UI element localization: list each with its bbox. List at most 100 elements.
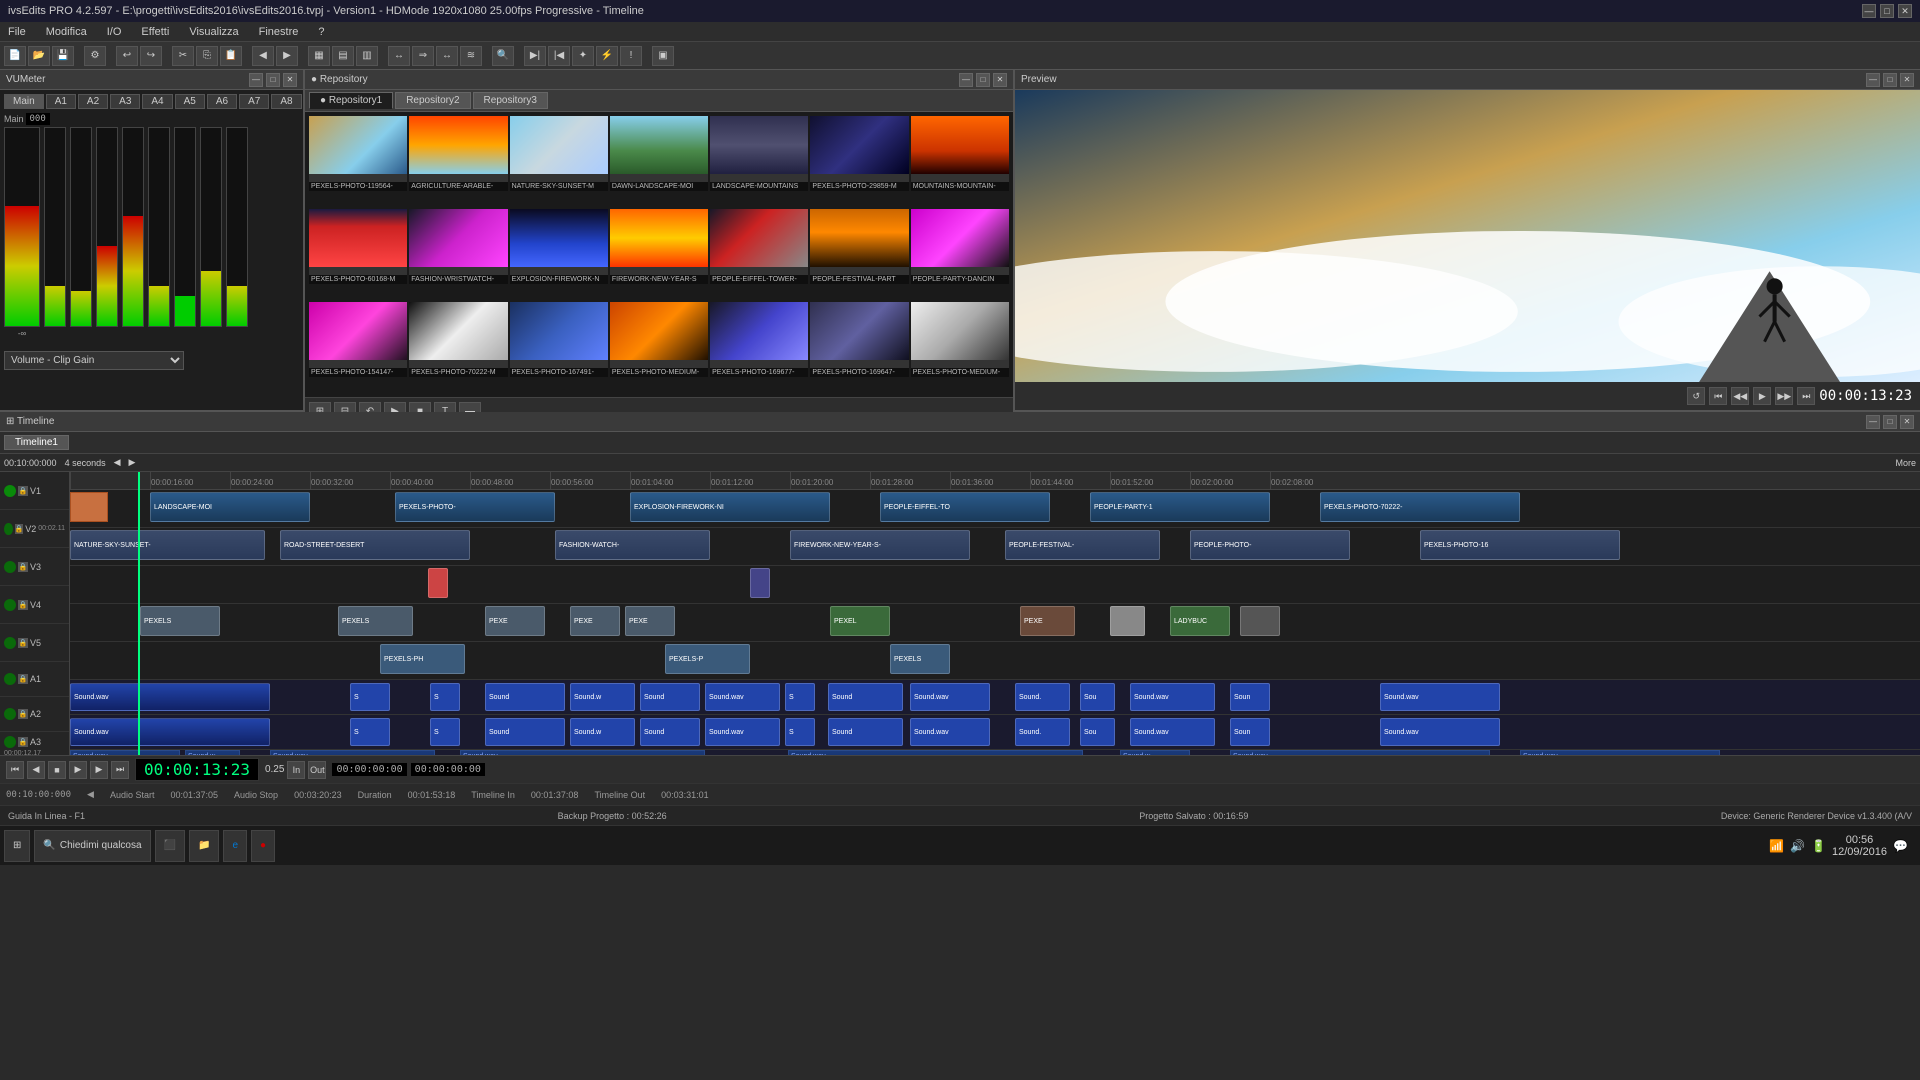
a1-clip-11[interactable]: Sound. bbox=[1015, 683, 1070, 711]
timeline-controls-header[interactable]: — □ ✕ bbox=[1866, 415, 1914, 429]
v3-clip-1[interactable] bbox=[428, 568, 448, 598]
vumeter-controls[interactable]: — □ ✕ bbox=[249, 73, 297, 87]
tc-to-end[interactable]: ⏭ bbox=[111, 761, 129, 779]
playhead[interactable] bbox=[138, 472, 140, 755]
tool-new[interactable]: 📄 bbox=[4, 46, 26, 66]
tool-paste[interactable]: 📋 bbox=[220, 46, 242, 66]
info-scroll[interactable]: ◀ bbox=[87, 789, 94, 800]
a2-clip-3[interactable]: S bbox=[430, 718, 460, 746]
app-btn[interactable]: ● bbox=[251, 830, 275, 862]
tool-wave[interactable]: ≋ bbox=[460, 46, 482, 66]
tool-settings[interactable]: ⚙ bbox=[84, 46, 106, 66]
track-a3-enable[interactable] bbox=[4, 736, 16, 748]
repo-tab-3[interactable]: Repository3 bbox=[473, 92, 548, 109]
a1-clip-1[interactable]: Sound.wav bbox=[70, 683, 270, 711]
tool-b1[interactable]: ◀ bbox=[252, 46, 274, 66]
tool-redo[interactable]: ↪ bbox=[140, 46, 162, 66]
tc-to-start[interactable]: ⏮ bbox=[6, 761, 24, 779]
timeline-maximize[interactable]: □ bbox=[1883, 415, 1897, 429]
a3-wave-8[interactable]: Sound.wav bbox=[1520, 750, 1720, 755]
a2-clip-14[interactable]: Soun bbox=[1230, 718, 1270, 746]
repo-item-13[interactable]: PEOPLE-PARTY-DANCIN bbox=[911, 209, 1009, 284]
timeline-tab-1[interactable]: Timeline1 bbox=[4, 435, 69, 450]
scale-arrow-left[interactable]: ◀ bbox=[114, 457, 121, 468]
track-v5-enable[interactable] bbox=[4, 637, 16, 649]
a1-clip-12[interactable]: Sou bbox=[1080, 683, 1115, 711]
minimize-btn[interactable]: — bbox=[1862, 4, 1876, 18]
tc-stop[interactable]: ■ bbox=[48, 761, 66, 779]
vu-tab-a6[interactable]: A6 bbox=[207, 94, 237, 109]
repo-item-20[interactable]: PEXELS-PHOTO-MEDIUM- bbox=[911, 302, 1009, 377]
a3-wave-5[interactable]: Sound.wav bbox=[788, 750, 1083, 755]
a3-wave-2[interactable]: Sound.w bbox=[185, 750, 240, 755]
repo-item-3[interactable]: DAWN-LANDSCAPE-MOI bbox=[610, 116, 708, 191]
a1-clip-9[interactable]: Sound bbox=[828, 683, 903, 711]
track-a1-lock[interactable]: 🔒 bbox=[18, 674, 28, 684]
a1-clip-3[interactable]: S bbox=[430, 683, 460, 711]
tool-extra3[interactable]: ✦ bbox=[572, 46, 594, 66]
preview-stepback[interactable]: ◀◀ bbox=[1731, 387, 1749, 405]
repo-item-7[interactable]: PEXELS-PHOTO-60168-M bbox=[309, 209, 407, 284]
timeline-close[interactable]: ✕ bbox=[1900, 415, 1914, 429]
tool-extra6[interactable]: ▣ bbox=[652, 46, 674, 66]
v4-clip-10[interactable] bbox=[1240, 606, 1280, 636]
a1-clip-13[interactable]: Sound.wav bbox=[1130, 683, 1215, 711]
v4-clip-7[interactable]: PEXE bbox=[1020, 606, 1075, 636]
repo-item-19[interactable]: PEXELS-PHOTO-169647- bbox=[810, 302, 908, 377]
a2-clip-5[interactable]: Sound.w bbox=[570, 718, 635, 746]
preview-play[interactable]: ▶ bbox=[1753, 387, 1771, 405]
a1-clip-2[interactable]: S bbox=[350, 683, 390, 711]
a1-clip-6[interactable]: Sound bbox=[640, 683, 700, 711]
a2-clip-15[interactable]: Sound.wav bbox=[1380, 718, 1500, 746]
a1-clip-8[interactable]: S bbox=[785, 683, 815, 711]
repo-item-2[interactable]: NATURE-SKY-SUNSET-M bbox=[510, 116, 608, 191]
close-btn[interactable]: ✕ bbox=[1898, 4, 1912, 18]
repo-minimize[interactable]: — bbox=[959, 73, 973, 87]
vumeter-close[interactable]: ✕ bbox=[283, 73, 297, 87]
preview-next[interactable]: ⏭ bbox=[1797, 387, 1815, 405]
a2-clip-12[interactable]: Sou bbox=[1080, 718, 1115, 746]
vu-tab-a5[interactable]: A5 bbox=[175, 94, 205, 109]
a3-wave-6[interactable]: Sound.w bbox=[1120, 750, 1190, 755]
a2-clip-2[interactable]: S bbox=[350, 718, 390, 746]
preview-minimize[interactable]: — bbox=[1866, 73, 1880, 87]
vu-tab-a7[interactable]: A7 bbox=[239, 94, 269, 109]
a2-clip-6[interactable]: Sound bbox=[640, 718, 700, 746]
tray-battery[interactable]: 🔋 bbox=[1811, 839, 1826, 853]
tool-zoom[interactable]: 🔍 bbox=[492, 46, 514, 66]
v4-clip-4[interactable]: PEXE bbox=[570, 606, 620, 636]
v4-clip-2[interactable]: PEXELS bbox=[338, 606, 413, 636]
v5-clip-1[interactable]: PEXELS-PH bbox=[380, 644, 465, 674]
track-v4-enable[interactable] bbox=[4, 599, 16, 611]
tool-extra5[interactable]: ! bbox=[620, 46, 642, 66]
repo-item-4[interactable]: LANDSCAPE-MOUNTAINS bbox=[710, 116, 808, 191]
track-v1-lock[interactable]: 🔒 bbox=[18, 486, 28, 496]
a1-clip-14[interactable]: Soun bbox=[1230, 683, 1270, 711]
v2-clip-6[interactable]: PEOPLE-PHOTO- bbox=[1190, 530, 1350, 560]
tool-extra1[interactable]: ▶| bbox=[524, 46, 546, 66]
menu-visualizza[interactable]: Visualizza bbox=[185, 25, 242, 39]
v1-clip-3[interactable]: EXPLOSION-FIREWORK-NI bbox=[630, 492, 830, 522]
tool-extra2[interactable]: |◀ bbox=[548, 46, 570, 66]
a2-clip-10[interactable]: Sound.wav bbox=[910, 718, 990, 746]
tc-prev-frame[interactable]: ◀ bbox=[27, 761, 45, 779]
vu-tab-main[interactable]: Main bbox=[4, 94, 44, 109]
menu-io[interactable]: I/O bbox=[103, 25, 126, 39]
repo-item-8[interactable]: FASHION-WRISTWATCH- bbox=[409, 209, 507, 284]
tool-undo[interactable]: ↩ bbox=[116, 46, 138, 66]
vumeter-minimize[interactable]: — bbox=[249, 73, 263, 87]
repo-item-15[interactable]: PEXELS-PHOTO-70222-M bbox=[409, 302, 507, 377]
tray-action-center[interactable]: 💬 bbox=[1893, 839, 1908, 853]
vu-gain-select[interactable]: Volume - Clip Gain bbox=[4, 351, 184, 370]
tool-cut[interactable]: ✂ bbox=[172, 46, 194, 66]
repo-item-10[interactable]: FIREWORK-NEW-YEAR-S bbox=[610, 209, 708, 284]
v2-clip-7[interactable]: PEXELS-PHOTO-16 bbox=[1420, 530, 1620, 560]
v4-clip-5[interactable]: PEXE bbox=[625, 606, 675, 636]
search-bar[interactable]: 🔍 Chiedimi qualcosa bbox=[34, 830, 150, 862]
a3-wave-3[interactable]: Sound.wav bbox=[270, 750, 435, 755]
vu-tab-a8[interactable]: A8 bbox=[271, 94, 301, 109]
a2-clip-9[interactable]: Sound bbox=[828, 718, 903, 746]
set-in[interactable]: In bbox=[287, 761, 305, 779]
v1-clip-2[interactable]: PEXELS-PHOTO- bbox=[395, 492, 555, 522]
edge-btn[interactable]: e bbox=[223, 830, 247, 862]
